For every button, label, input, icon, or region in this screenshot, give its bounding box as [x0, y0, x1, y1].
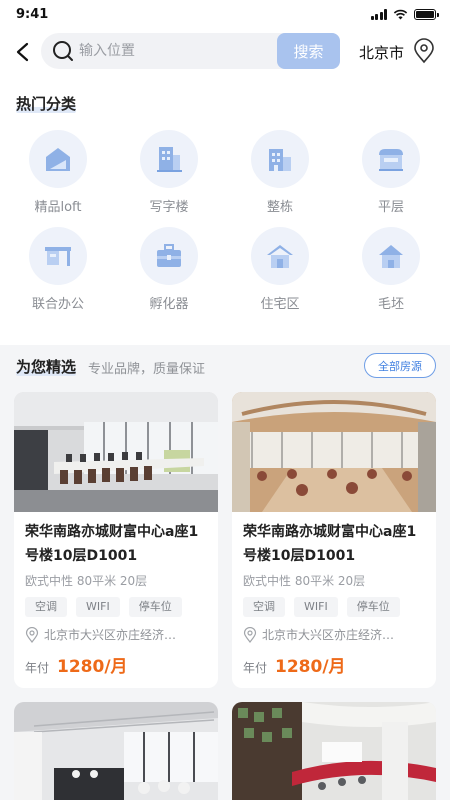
search-bar: 搜索 北京市	[0, 33, 450, 71]
tag-wifi: WIFI	[294, 597, 338, 617]
category-coworking[interactable]: 联合办公	[13, 227, 103, 312]
back-arrow-icon[interactable]	[12, 40, 34, 64]
listing-price-row: 年付 1280/月	[25, 652, 128, 677]
listing-tags: 空调 WIFI 停车位	[25, 597, 182, 617]
listing-photo	[232, 392, 436, 512]
tag-wifi: WIFI	[76, 597, 120, 617]
listing-photo	[232, 702, 436, 800]
listing-photo	[14, 702, 218, 800]
category-incubator[interactable]: 孵化器	[124, 227, 214, 312]
battery-icon	[414, 9, 439, 20]
signal-icon	[370, 9, 387, 20]
loft-icon	[46, 148, 70, 171]
status-bar: 9:41	[0, 0, 450, 30]
search-field: 搜索	[41, 33, 340, 69]
wifi-icon	[393, 9, 408, 20]
category-office[interactable]: 写字楼	[124, 130, 214, 215]
listing-address: 北京市大兴区亦庄经济…	[25, 626, 176, 643]
city-selector[interactable]: 北京市	[359, 42, 404, 63]
location-pin-icon	[25, 626, 39, 643]
unfinished-house-icon	[379, 245, 403, 268]
listing-card[interactable]	[232, 702, 436, 800]
tag-parking: 停车位	[128, 597, 182, 617]
category-residential[interactable]: 住宅区	[235, 227, 325, 312]
picks-subtitle: 专业品牌，质量保证	[88, 362, 206, 377]
listing-card[interactable]	[14, 702, 218, 800]
listing-price-row: 年付 1280/月	[243, 652, 346, 677]
top-panel: 9:41 搜索 北京市	[0, 0, 450, 345]
location-pin-icon	[243, 626, 257, 643]
listing-meta: 欧式中性 80平米 20层	[25, 574, 148, 588]
tag-ac: 空调	[243, 597, 285, 617]
office-building-icon	[157, 147, 182, 172]
status-icons	[370, 9, 439, 20]
incubator-briefcase-icon	[157, 244, 181, 267]
listing-tags: 空调 WIFI 停车位	[243, 597, 400, 617]
category-loft[interactable]: 精品loft	[13, 130, 103, 215]
hot-categories-title: 热门分类	[16, 95, 77, 113]
listing-card[interactable]: 荣华南路亦城财富中心a座1号楼10层D1001 欧式中性 80平米 20层 空调…	[14, 392, 218, 688]
listing-title: 荣华南路亦城财富中心a座1号楼10层D1001	[243, 524, 417, 564]
listing-price: 1280/月	[57, 657, 128, 677]
all-listings-button[interactable]: 全部房源	[364, 353, 436, 378]
whole-building-icon	[269, 149, 291, 171]
flat-floor-icon	[379, 149, 403, 171]
listing-title: 荣华南路亦城财富中心a座1号楼10层D1001	[25, 524, 199, 564]
location-pin-icon[interactable]	[413, 38, 435, 64]
payment-term: 年付	[25, 661, 50, 675]
search-button[interactable]: 搜索	[277, 33, 340, 69]
status-time: 9:41	[16, 7, 49, 22]
search-input[interactable]	[79, 41, 259, 61]
listing-card[interactable]: 荣华南路亦城财富中心a座1号楼10层D1001 欧式中性 80平米 20层 空调…	[232, 392, 436, 688]
category-unfinished[interactable]: 毛坯	[346, 227, 436, 312]
listing-photo	[14, 392, 218, 512]
tag-parking: 停车位	[346, 597, 400, 617]
listing-meta: 欧式中性 80平米 20层	[243, 574, 366, 588]
residential-house-icon	[267, 245, 293, 268]
tag-ac: 空调	[25, 597, 67, 617]
search-icon	[53, 41, 73, 61]
category-whole-building[interactable]: 整栋	[235, 130, 325, 215]
picks-title: 为您精选	[16, 358, 77, 376]
coworking-desk-icon	[45, 247, 71, 266]
payment-term: 年付	[243, 661, 268, 675]
listing-address: 北京市大兴区亦庄经济…	[243, 626, 394, 643]
category-flat-floor[interactable]: 平层	[346, 130, 436, 215]
listing-price: 1280/月	[275, 657, 346, 677]
